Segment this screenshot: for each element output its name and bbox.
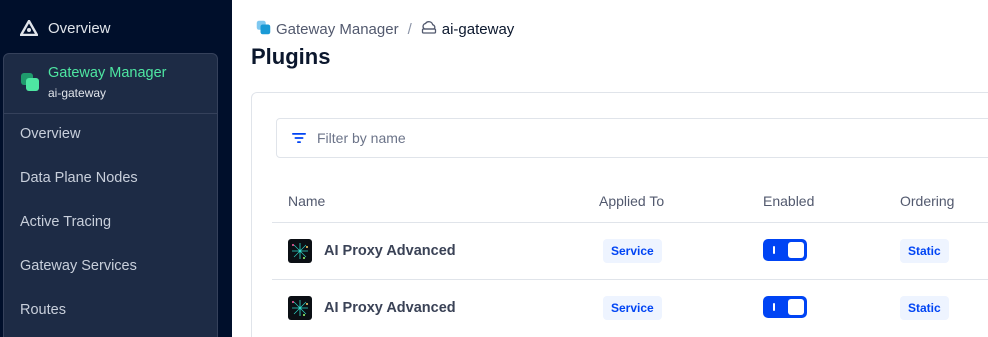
ordering-badge: Static <box>900 296 949 320</box>
filter-input[interactable] <box>317 130 917 146</box>
control-plane-subtitle: ai-gateway <box>48 86 107 100</box>
column-header-enabled[interactable]: Enabled <box>763 193 814 209</box>
applied-to-badge: Service <box>603 296 662 320</box>
gateway-manager-icon <box>20 72 40 92</box>
kong-logo-icon <box>19 18 39 38</box>
plugin-name[interactable]: AI Proxy Advanced <box>324 300 456 316</box>
breadcrumb-gateway-manager-label: Gateway Manager <box>276 21 399 38</box>
sidebar-item-data-plane-nodes[interactable]: Data Plane Nodes <box>20 170 138 186</box>
toggle-knob <box>788 299 804 315</box>
gateway-manager-icon <box>256 20 271 39</box>
toggle-knob <box>788 242 804 258</box>
breadcrumb-current: ai-gateway <box>421 20 515 39</box>
sidebar-item-gateway-services[interactable]: Gateway Services <box>20 258 137 274</box>
ai-proxy-plugin-icon <box>288 239 312 263</box>
control-plane-header[interactable]: Gateway Manager ai-gateway <box>4 54 217 114</box>
enabled-toggle[interactable] <box>763 239 807 261</box>
ai-proxy-plugin-icon <box>288 296 312 320</box>
toggle-on-indicator <box>773 246 775 254</box>
enabled-toggle[interactable] <box>763 296 807 318</box>
applied-to-badge: Service <box>603 239 662 263</box>
ordering-badge: Static <box>900 239 949 263</box>
plugins-card: Name Applied To Enabled Ordering AI Prox… <box>251 92 988 337</box>
toggle-on-indicator <box>773 303 775 311</box>
plugin-name[interactable]: AI Proxy Advanced <box>324 243 456 259</box>
sidebar-item-overview[interactable]: Overview <box>20 126 80 142</box>
column-header-applied-to[interactable]: Applied To <box>599 193 664 209</box>
breadcrumb: Gateway Manager / ai-gateway <box>256 20 514 39</box>
column-header-name[interactable]: Name <box>288 193 325 209</box>
filter-box[interactable] <box>276 118 988 158</box>
control-plane-panel: Gateway Manager ai-gateway Overview Data… <box>3 53 218 337</box>
page-title: Plugins <box>251 44 331 69</box>
sidebar-item-active-tracing[interactable]: Active Tracing <box>20 214 111 230</box>
table-row[interactable]: AI Proxy Advanced Service Static <box>252 223 988 279</box>
breadcrumb-current-label: ai-gateway <box>441 21 515 38</box>
cloud-gateway-icon <box>421 20 437 39</box>
breadcrumb-separator: / <box>407 21 412 38</box>
sidebar: Overview Gateway Manager ai-gateway Over… <box>0 0 232 337</box>
control-plane-title: Gateway Manager <box>48 65 167 81</box>
table-row[interactable]: AI Proxy Advanced Service Static <box>252 280 988 336</box>
sidebar-overview-label: Overview <box>48 19 111 37</box>
column-header-ordering[interactable]: Ordering <box>900 193 954 209</box>
sidebar-overview-link[interactable]: Overview <box>19 18 111 38</box>
breadcrumb-gateway-manager[interactable]: Gateway Manager <box>256 20 399 39</box>
filter-icon <box>291 130 307 146</box>
sidebar-item-routes[interactable]: Routes <box>20 302 66 318</box>
